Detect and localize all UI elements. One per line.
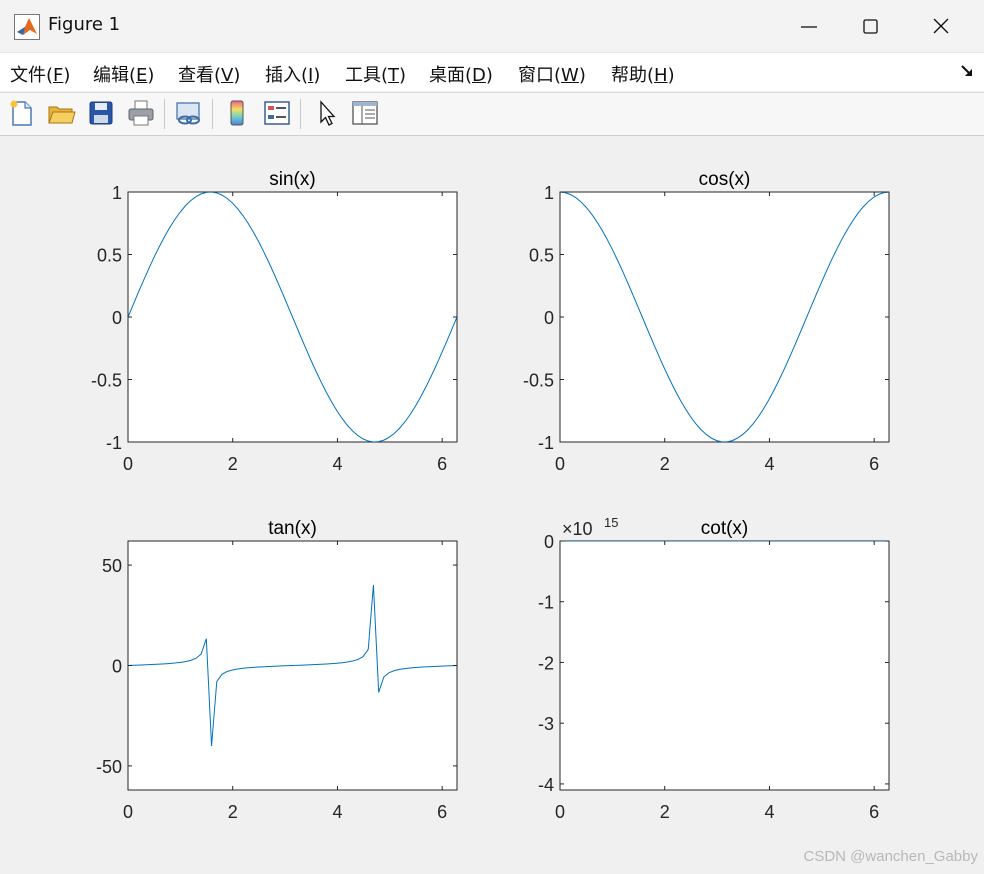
x-tick-label: 0	[123, 802, 133, 822]
menu-bar: 文件(F) 编辑(E) 查看(V) 插入(I) 工具(T) 桌面(D) 窗口(W…	[0, 53, 984, 91]
link-plot-button[interactable]	[174, 98, 204, 128]
x-tick-label: 2	[228, 802, 238, 822]
y-tick-label: 0	[544, 308, 554, 328]
open-file-icon	[48, 106, 76, 124]
y-tick-label: 0.5	[97, 246, 122, 266]
print-button[interactable]	[126, 98, 156, 128]
menu-view[interactable]: 查看(V)	[178, 61, 240, 87]
axes-tan: 0 2 4 6 50 0 -50 tan(x)	[96, 518, 458, 822]
axes-cos: 0 2 4 6 1 0.5 0 -0.5 -1 cos(x)	[523, 169, 890, 474]
x-tick-label: 6	[869, 454, 879, 474]
title-bar: Figure 1	[0, 0, 984, 53]
x-tick-label: 6	[437, 802, 447, 822]
menu-desktop[interactable]: 桌面(D)	[429, 61, 493, 87]
axes-title: cos(x)	[699, 169, 751, 190]
y-tick-label: -0.5	[91, 371, 122, 391]
y-tick-label: -50	[96, 757, 122, 777]
x-tick-label: 4	[332, 802, 342, 822]
axes-title: tan(x)	[268, 518, 317, 539]
save-icon	[89, 101, 113, 125]
x-tick-label: 6	[437, 454, 447, 474]
axes-title: sin(x)	[269, 169, 315, 190]
figure-canvas[interactable]: 0 2 4 6 1 0.5 0 -0.5 -1 sin(x) 0 2 4 6 1 0.5 0 -0.5 -1 cos(…	[2, 136, 982, 871]
menu-insert[interactable]: 插入(I)	[265, 61, 320, 87]
watermark: CSDN @wanchen_Gabby	[803, 848, 978, 865]
colorbar-icon	[230, 100, 244, 126]
close-icon	[933, 18, 949, 34]
minimize-button[interactable]	[778, 0, 840, 52]
figure-plots: 0 2 4 6 1 0.5 0 -0.5 -1 sin(x) 0 2 4 6 1 0.5 0 -0.5 -1 cos(…	[91, 169, 890, 822]
new-figure-icon	[10, 100, 32, 126]
y-tick-label: -0.5	[523, 371, 554, 391]
maximize-button[interactable]	[840, 0, 902, 52]
menu-file[interactable]: 文件(F)	[10, 61, 70, 87]
property-inspector-icon	[352, 101, 378, 125]
y-tick-label: -1	[538, 593, 554, 613]
colorbar-button[interactable]	[222, 98, 252, 128]
y-tick-label: -3	[538, 714, 554, 734]
matlab-icon	[14, 14, 40, 40]
y-tick-label: 0	[112, 308, 122, 328]
close-button[interactable]	[910, 0, 972, 52]
exponent-power: 15	[604, 515, 618, 530]
open-file-button[interactable]	[46, 98, 76, 128]
dock-arrow-icon[interactable]	[960, 64, 974, 78]
x-tick-label: 4	[764, 802, 774, 822]
y-tick-label: -1	[538, 433, 554, 453]
y-tick-label: 50	[102, 556, 122, 576]
link-plot-icon	[176, 102, 200, 125]
y-tick-label: -1	[106, 433, 122, 453]
x-tick-label: 0	[555, 454, 565, 474]
menu-edit[interactable]: 编辑(E)	[93, 61, 154, 87]
new-figure-button[interactable]	[6, 98, 36, 128]
menu-help[interactable]: 帮助(H)	[611, 61, 675, 87]
y-tick-label: 0.5	[529, 246, 554, 266]
print-icon	[128, 100, 154, 126]
legend-button[interactable]	[262, 98, 292, 128]
x-tick-label: 4	[332, 454, 342, 474]
x-tick-label: 4	[764, 454, 774, 474]
minimize-icon	[801, 26, 817, 28]
property-inspector-button[interactable]	[350, 98, 380, 128]
x-tick-label: 2	[660, 454, 670, 474]
y-tick-label: 1	[544, 183, 554, 203]
x-tick-label: 6	[869, 802, 879, 822]
axes-title: cot(x)	[701, 518, 749, 539]
menu-tools[interactable]: 工具(T)	[345, 61, 406, 87]
y-tick-label: 0	[112, 657, 122, 677]
toolbar-separator	[212, 99, 213, 129]
y-tick-label: -2	[538, 653, 554, 673]
save-button[interactable]	[86, 98, 116, 128]
plot-area	[559, 191, 890, 443]
x-tick-label: 0	[555, 802, 565, 822]
x-tick-label: 0	[123, 454, 133, 474]
x-tick-label: 2	[228, 454, 238, 474]
edit-plot-button[interactable]	[312, 98, 342, 128]
toolbar-separator	[164, 99, 165, 129]
exponent-label: ×10	[562, 519, 593, 539]
toolbar-separator	[300, 99, 301, 129]
axes-sin: 0 2 4 6 1 0.5 0 -0.5 -1 sin(x)	[91, 169, 458, 474]
y-tick-label: 0	[544, 532, 554, 552]
edit-plot-arrow-icon	[320, 100, 336, 126]
plot-area	[559, 540, 890, 791]
y-tick-label: 1	[112, 183, 122, 203]
y-tick-label: -4	[538, 775, 554, 795]
x-tick-label: 2	[660, 802, 670, 822]
toolbar	[0, 92, 984, 136]
window-title: Figure 1	[48, 14, 121, 35]
legend-icon	[264, 101, 290, 125]
menu-window[interactable]: 窗口(W)	[518, 61, 586, 87]
maximize-icon	[863, 19, 878, 34]
